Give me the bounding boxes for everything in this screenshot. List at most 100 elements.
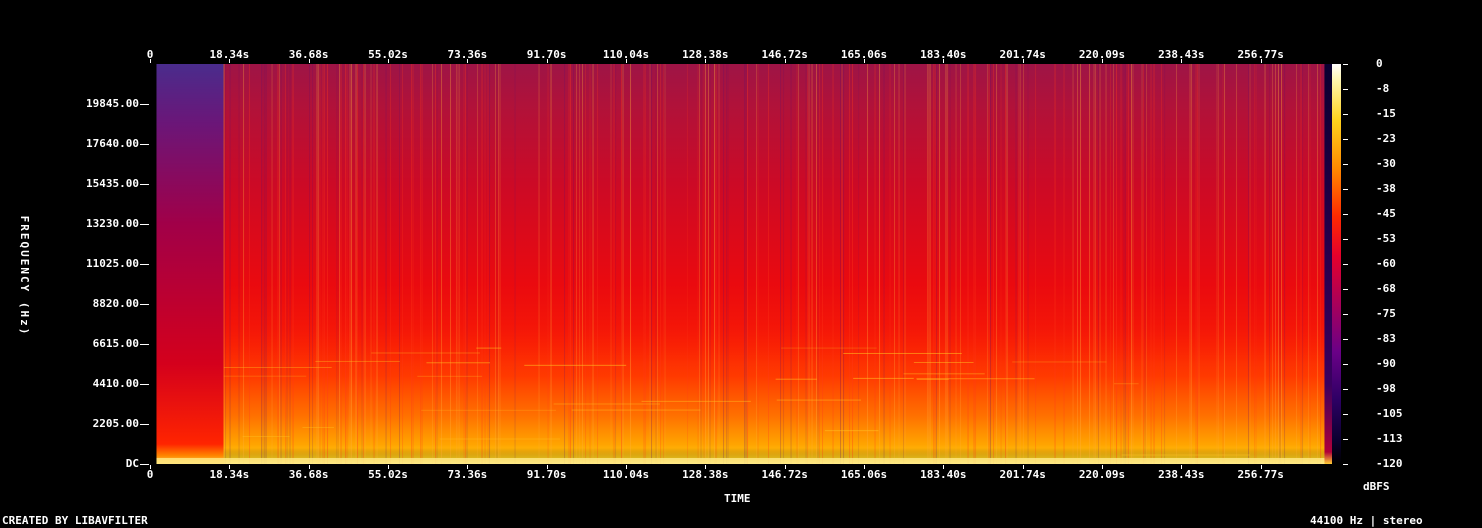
spectrogram-harmonic-line: [824, 430, 879, 432]
colorbar-tick-label: -98: [1376, 382, 1396, 395]
spectrogram-striation: [811, 64, 813, 464]
spectrogram-low-frequency-band: [156, 458, 1325, 464]
colorbar-tick-label: -75: [1376, 307, 1396, 320]
spectrogram-striation: [1005, 64, 1007, 464]
spectrogram-striation: [718, 64, 720, 464]
spectrogram-striation: [1143, 64, 1145, 464]
spectrogram-striation: [705, 64, 707, 464]
spectrogram-harmonic-line: [223, 375, 307, 377]
spectrogram-striation: [420, 64, 422, 464]
spectrogram-striation: [1093, 64, 1095, 464]
spectrogram-harmonic-band: [223, 64, 1325, 464]
colorbar-tick-mark: [1343, 464, 1348, 465]
spectrogram-striation: [699, 64, 701, 464]
spectrogram-striation: [229, 64, 231, 464]
time-tick-mark-bottom: [943, 465, 945, 469]
spectrogram-striation: [783, 64, 785, 464]
spectrogram-striation: [1281, 64, 1283, 464]
spectrogram-striation: [973, 64, 975, 464]
frequency-tick-mark: [140, 144, 149, 145]
spectrogram-striation: [1027, 64, 1029, 464]
x-axis-label: TIME: [724, 492, 751, 505]
frequency-tick-mark: [140, 264, 149, 265]
frequency-tick-mark: [140, 384, 149, 385]
spectrogram-harmonic-line: [781, 347, 877, 349]
time-tick-label-bottom: 165.06s: [840, 468, 888, 481]
spectrogram-striation: [703, 64, 705, 464]
spectrogram-striation: [1116, 64, 1118, 464]
spectrogram-striation: [1123, 64, 1125, 464]
spectrogram-striation: [289, 64, 291, 464]
colorbar-tick-mark: [1343, 114, 1348, 115]
spectrogram-harmonic-line: [1012, 361, 1107, 363]
spectrogram-striation: [339, 64, 341, 464]
colorbar-tick-label: -53: [1376, 232, 1396, 245]
spectrogram-striation: [1264, 64, 1266, 464]
spectrogram-harmonic-line: [913, 361, 974, 363]
spectrogram-striation: [1248, 64, 1250, 464]
colorbar-tick-label: -113: [1376, 432, 1403, 445]
time-tick-label-bottom: 73.36s: [447, 468, 488, 481]
spectrogram-striation: [928, 64, 930, 464]
time-tick-mark-top: [388, 59, 389, 63]
spectrogram-striation: [1105, 64, 1107, 464]
spectrogram-striation: [817, 64, 819, 464]
spectrogram-striation: [249, 64, 251, 464]
spectrogram-striation: [1020, 64, 1022, 464]
spectrogram-harmonic-line: [553, 403, 661, 405]
spectrogram-striation: [975, 64, 977, 464]
spectrogram-harmonic-line: [371, 352, 480, 354]
spectrogram-striation: [934, 64, 936, 464]
spectrogram-striation: [1278, 64, 1280, 464]
spectrogram-striation: [1302, 64, 1304, 464]
spectrogram-striation: [1279, 64, 1281, 464]
time-tick-mark-top: [546, 59, 548, 63]
colorbar-tick-mark: [1343, 264, 1348, 265]
spectrogram-striation: [385, 64, 387, 464]
colorbar-tick-label: -8: [1376, 82, 1390, 95]
spectrogram-striation: [904, 64, 906, 464]
frequency-tick-label: 4410.00: [92, 377, 139, 390]
spectrogram-striation: [955, 64, 957, 464]
time-tick-mark-top: [1102, 59, 1103, 63]
spectrogram-striation: [1197, 64, 1199, 464]
spectrogram-striation: [285, 64, 287, 464]
spectrogram-striation: [316, 64, 318, 464]
spectrogram-striation: [441, 64, 443, 464]
spectrogram-striation: [1099, 64, 1101, 464]
time-tick-mark-bottom: [1022, 465, 1024, 469]
spectrogram-striation: [1254, 64, 1256, 464]
spectrogram-striation: [364, 64, 366, 464]
spectrogram-striation: [1125, 64, 1127, 464]
colorbar-tick-label: -30: [1376, 157, 1396, 170]
spectrogram-harmonic-line: [1113, 383, 1139, 385]
time-tick-mark-bottom: [705, 465, 707, 469]
spectrogram-striation: [489, 64, 491, 464]
spectrogram-striation: [1275, 64, 1277, 464]
colorbar-tick-mark: [1343, 339, 1348, 340]
spectrogram-harmonic-line: [776, 399, 862, 401]
colorbar-tick-label: -45: [1376, 207, 1396, 220]
spectrogram-striation: [805, 64, 807, 464]
colorbar-tick-mark: [1343, 89, 1348, 90]
spectrogram-striation: [996, 64, 998, 464]
time-tick-mark-top: [626, 59, 627, 63]
spectrogram-striation: [550, 64, 552, 464]
colorbar-tick-mark: [1343, 64, 1348, 65]
spectrogram-striation: [852, 64, 854, 464]
spectrogram-striation: [867, 64, 869, 464]
spectrogram-striation: [411, 64, 413, 464]
frequency-tick-label: 11025.00: [86, 257, 139, 270]
spectrogram-striation: [223, 64, 225, 464]
spectrogram-striation: [355, 64, 357, 464]
spectrogram-striation: [327, 64, 329, 464]
spectrogram-harmonic-line: [524, 364, 627, 366]
spectrogram-harmonic-line: [439, 438, 561, 440]
frequency-tick-mark: [140, 224, 149, 225]
spectrogram-image: [150, 64, 1340, 464]
spectrogram-striation: [883, 64, 885, 464]
time-tick-label-bottom: 18.34s: [209, 468, 250, 481]
time-tick-mark-top: [943, 59, 945, 63]
spectrogram-striation: [1308, 64, 1310, 464]
spectrogram-striation: [1300, 64, 1302, 464]
